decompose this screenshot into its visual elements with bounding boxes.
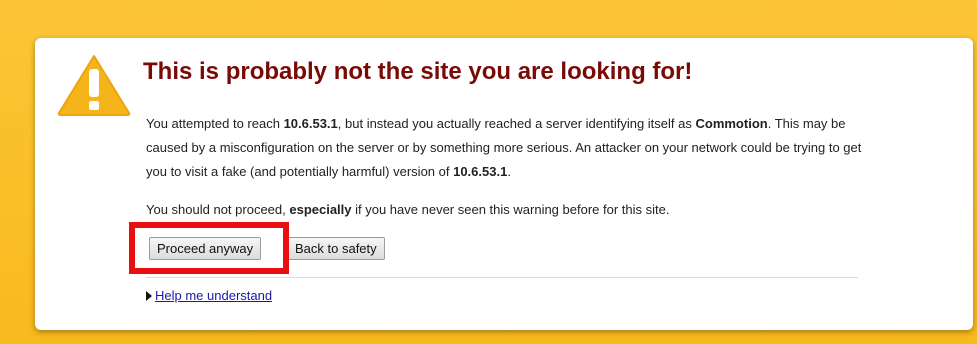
page-title: This is probably not the site you are lo… bbox=[143, 58, 693, 85]
triangle-right-icon bbox=[146, 291, 152, 301]
divider bbox=[146, 277, 858, 278]
highlight-box bbox=[129, 222, 289, 274]
warning-description: You attempted to reach 10.6.53.1, but in… bbox=[146, 116, 862, 179]
proceed-advice: You should not proceed, especially if yo… bbox=[146, 202, 670, 217]
help-toggle[interactable]: Help me understand bbox=[146, 288, 272, 303]
back-to-safety-button[interactable]: Back to safety bbox=[287, 237, 385, 260]
help-me-understand-link[interactable]: Help me understand bbox=[155, 288, 272, 303]
warning-triangle-icon bbox=[57, 55, 131, 116]
